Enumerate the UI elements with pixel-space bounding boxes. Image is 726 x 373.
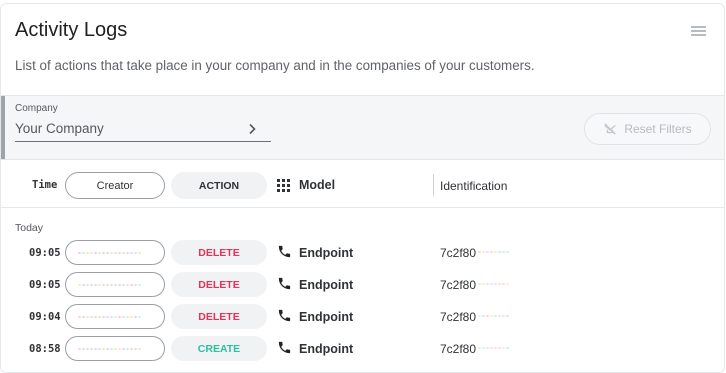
column-time: Time: [32, 179, 58, 191]
redacted-creator: [78, 316, 141, 319]
table-row[interactable]: 09:04 DELETE Endpoint 7c2f80: [1, 300, 724, 332]
page-subtitle: List of actions that take place in your …: [15, 58, 535, 73]
company-select[interactable]: Your Company: [15, 121, 104, 136]
table-header: Time Creator ACTION Model Identification: [1, 162, 724, 208]
reset-filters-button[interactable]: Reset Filters: [584, 113, 711, 145]
company-field-underline: [15, 141, 271, 142]
row-model: Endpoint: [299, 246, 354, 260]
column-model: Model: [299, 178, 336, 192]
creator-pill[interactable]: [65, 272, 165, 297]
grid-icon: [277, 179, 290, 192]
action-badge: DELETE: [171, 240, 267, 265]
action-filter-button[interactable]: ACTION: [171, 172, 267, 199]
list-icon[interactable]: [691, 26, 706, 38]
row-time: 08:58: [29, 343, 61, 355]
action-badge: DELETE: [171, 304, 267, 329]
redacted-creator: [78, 252, 141, 255]
filter-bar: Company Your Company Reset Filters: [1, 95, 724, 160]
row-model: Endpoint: [299, 342, 354, 356]
creator-pill[interactable]: [65, 304, 165, 329]
column-identification: Identification: [440, 179, 508, 193]
creator-filter-button[interactable]: Creator: [65, 172, 165, 199]
chevron-right-icon[interactable]: [247, 123, 257, 135]
redacted-identification: [478, 251, 509, 253]
row-time: 09:05: [29, 279, 61, 291]
redacted-identification: [478, 283, 509, 285]
row-time: 09:04: [29, 311, 61, 323]
reset-filters-label: Reset Filters: [624, 122, 692, 136]
row-time: 09:05: [29, 247, 61, 259]
page-title: Activity Logs: [15, 19, 128, 41]
group-label-today: Today: [15, 222, 44, 234]
phone-icon: [278, 245, 291, 258]
phone-icon: [278, 309, 291, 322]
row-identification: 7c2f80: [440, 342, 477, 356]
filter-off-icon: [604, 123, 617, 135]
column-divider: [433, 174, 434, 196]
action-badge: DELETE: [171, 272, 267, 297]
company-field-label: Company: [15, 103, 58, 114]
table-row[interactable]: 09:05 DELETE Endpoint 7c2f80: [1, 268, 724, 300]
creator-pill[interactable]: [65, 240, 165, 265]
phone-icon: [278, 277, 291, 290]
filter-accent-bar: [1, 96, 5, 159]
row-identification: 7c2f80: [440, 278, 477, 292]
action-badge: CREATE: [171, 336, 267, 361]
table-row[interactable]: 08:58 CREATE Endpoint 7c2f80: [1, 332, 724, 364]
table-row[interactable]: 09:05 DELETE Endpoint 7c2f80: [1, 236, 724, 268]
row-model: Endpoint: [299, 310, 354, 324]
creator-pill[interactable]: [65, 336, 165, 361]
row-identification: 7c2f80: [440, 310, 477, 324]
redacted-identification: [478, 347, 509, 349]
row-identification: 7c2f80: [440, 246, 477, 260]
redacted-creator: [78, 348, 141, 351]
redacted-creator: [78, 284, 141, 287]
activity-logs-card: Activity Logs List of actions that take …: [0, 3, 725, 373]
phone-icon: [278, 341, 291, 354]
redacted-identification: [478, 315, 509, 317]
row-model: Endpoint: [299, 278, 354, 292]
